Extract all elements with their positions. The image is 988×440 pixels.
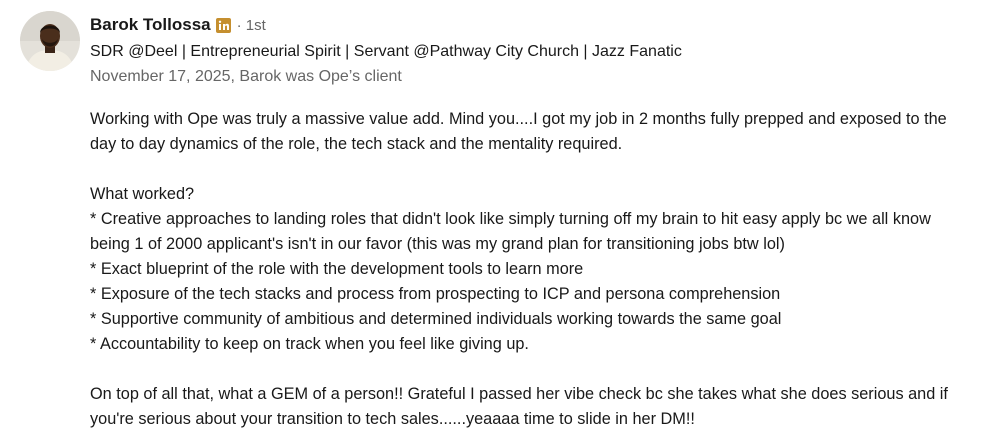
recommendation-body: Working with Ope was truly a massive val… bbox=[90, 107, 970, 432]
connection-degree: · 1st bbox=[236, 16, 266, 34]
author-avatar[interactable] bbox=[20, 11, 80, 71]
linkedin-icon bbox=[215, 17, 231, 33]
body-paragraph-spacer bbox=[90, 357, 970, 382]
author-headline: SDR @Deel | Entrepreneurial Spirit | Ser… bbox=[90, 43, 682, 60]
body-paragraph-spacer bbox=[90, 157, 970, 182]
recommendation-card: Barok Tollossa · 1st SDR @Deel | Entrepr… bbox=[0, 0, 988, 440]
body-paragraph: Working with Ope was truly a massive val… bbox=[90, 110, 947, 153]
recommendation-meta: November 17, 2025, Barok was Ope’s clien… bbox=[90, 68, 402, 85]
author-name-row: Barok Tollossa · 1st bbox=[90, 13, 266, 37]
avatar-photo bbox=[20, 11, 80, 71]
body-paragraph: What worked? * Creative approaches to la… bbox=[90, 185, 931, 353]
body-paragraph: On top of all that, what a GEM of a pers… bbox=[90, 385, 948, 428]
author-name[interactable]: Barok Tollossa bbox=[90, 15, 211, 35]
